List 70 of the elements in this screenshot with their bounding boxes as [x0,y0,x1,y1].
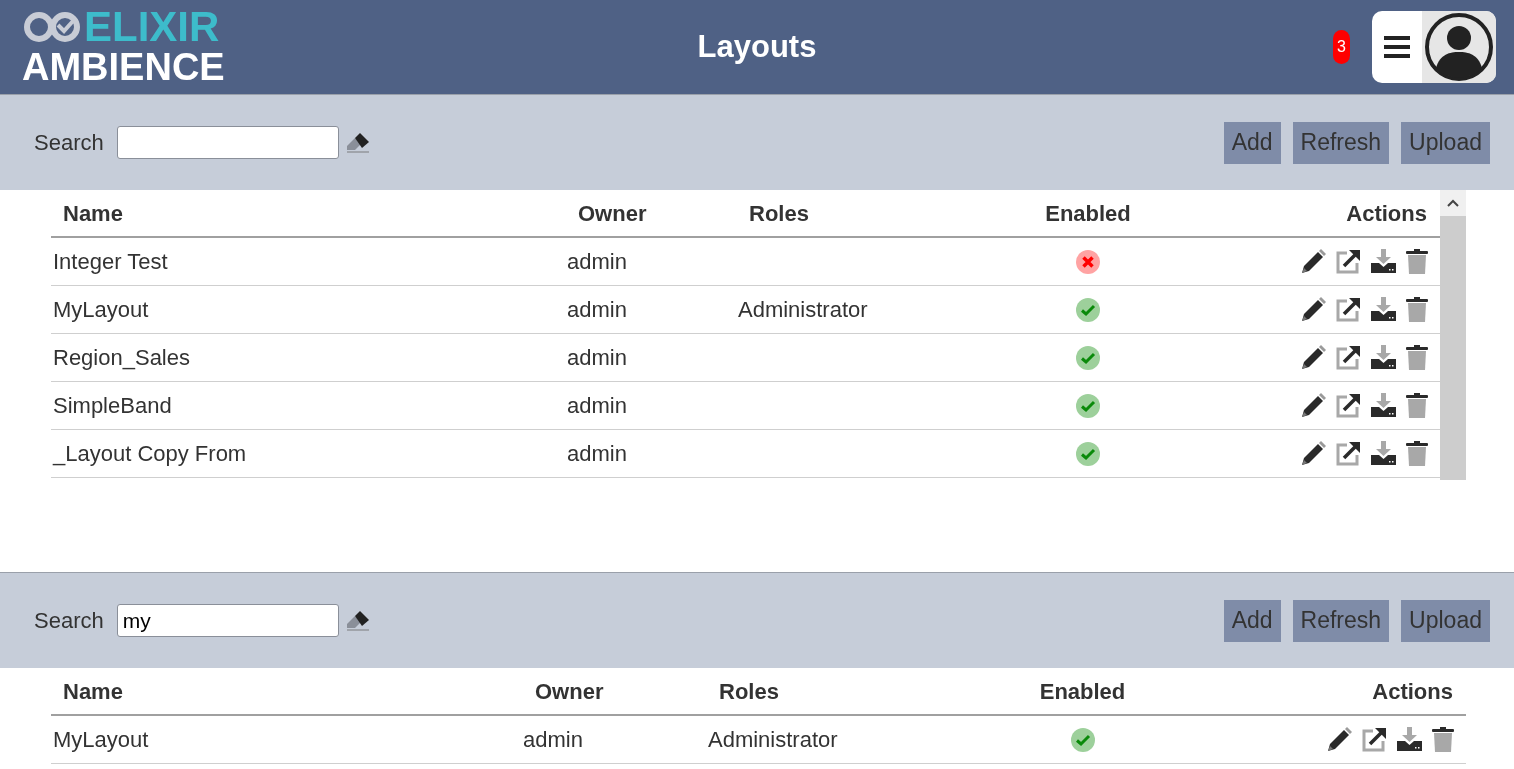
external-link-icon[interactable] [1336,249,1361,274]
table-cell-text: Region_Sales [52,344,191,372]
column-header: Owner [577,199,648,228]
trash-icon[interactable] [1406,393,1428,418]
avatar-icon[interactable] [1424,12,1494,82]
infinity-logo-icon [22,9,82,45]
table-cell-text: admin [566,392,628,420]
download-tray-icon[interactable] [1371,393,1396,418]
search-field[interactable]: my [116,604,339,637]
trash-icon[interactable] [1432,727,1454,752]
pencil-icon[interactable] [1301,393,1326,418]
column-header: Actions [1371,677,1454,706]
toolbar-button[interactable]: Refresh [1292,599,1390,642]
table-cell-text: Integer Test [52,248,169,276]
external-link-icon[interactable] [1336,297,1361,322]
trash-icon[interactable] [1406,249,1428,274]
table-cell-text: MyLayout [52,296,150,324]
table-cell-text: admin [566,344,628,372]
eraser-icon[interactable] [344,609,371,632]
logo-text: AMBIENCE [22,47,225,87]
scrollbar[interactable] [1440,190,1466,480]
search-field[interactable] [116,126,339,159]
eraser-icon[interactable] [344,131,371,154]
trash-icon[interactable] [1406,297,1428,322]
chevron-up-icon[interactable] [1447,199,1459,207]
toolbar-button[interactable]: Add [1223,121,1281,164]
menu-icon[interactable] [1384,36,1410,58]
external-link-icon[interactable] [1336,441,1361,466]
table-cell-text: admin [522,726,584,754]
pencil-icon[interactable] [1301,441,1326,466]
download-tray-icon[interactable] [1371,249,1396,274]
table-cell-text: admin [566,248,628,276]
external-link-icon[interactable] [1362,727,1387,752]
trash-icon[interactable] [1406,345,1428,370]
page-title: Layouts [697,27,817,66]
pencil-icon[interactable] [1301,297,1326,322]
download-tray-icon[interactable] [1371,297,1396,322]
toolbar-button[interactable]: Upload [1401,599,1490,642]
toolbar-button[interactable]: Upload [1401,121,1490,164]
download-tray-icon[interactable] [1397,727,1422,752]
toolbar-button[interactable]: Refresh [1292,121,1390,164]
column-header: Enabled [1038,677,1127,706]
column-header: Actions [1345,199,1428,228]
table-cell-text: MyLayout [52,726,150,754]
table-cell-text: SimpleBand [52,392,173,420]
pencil-icon[interactable] [1327,727,1352,752]
column-header: Roles [748,199,810,228]
column-header: Roles [718,677,780,706]
external-link-icon[interactable] [1336,393,1361,418]
table-cell: Administrator [708,727,838,752]
logo-text: ELIXIR [84,7,220,47]
search-label: Search [34,607,104,635]
external-link-icon[interactable] [1336,345,1361,370]
table-cell-text: admin [566,296,628,324]
pencil-icon[interactable] [1301,345,1326,370]
notification-badge: 3 [1333,30,1350,64]
trash-icon[interactable] [1406,441,1428,466]
download-tray-icon[interactable] [1371,345,1396,370]
user-menu-button[interactable] [1372,11,1496,83]
download-tray-icon[interactable] [1371,441,1396,466]
table-cell-text: admin [566,440,628,468]
column-header: Owner [534,677,605,706]
table-cell: Administrator [738,297,868,322]
search-label: Search [34,129,104,157]
column-header: Name [62,677,124,706]
toolbar-button[interactable]: Add [1223,599,1281,642]
table-cell-text: _Layout Copy From [51,440,248,468]
column-header: Name [62,199,124,228]
column-header: Enabled [1044,199,1132,228]
pencil-icon[interactable] [1301,249,1326,274]
